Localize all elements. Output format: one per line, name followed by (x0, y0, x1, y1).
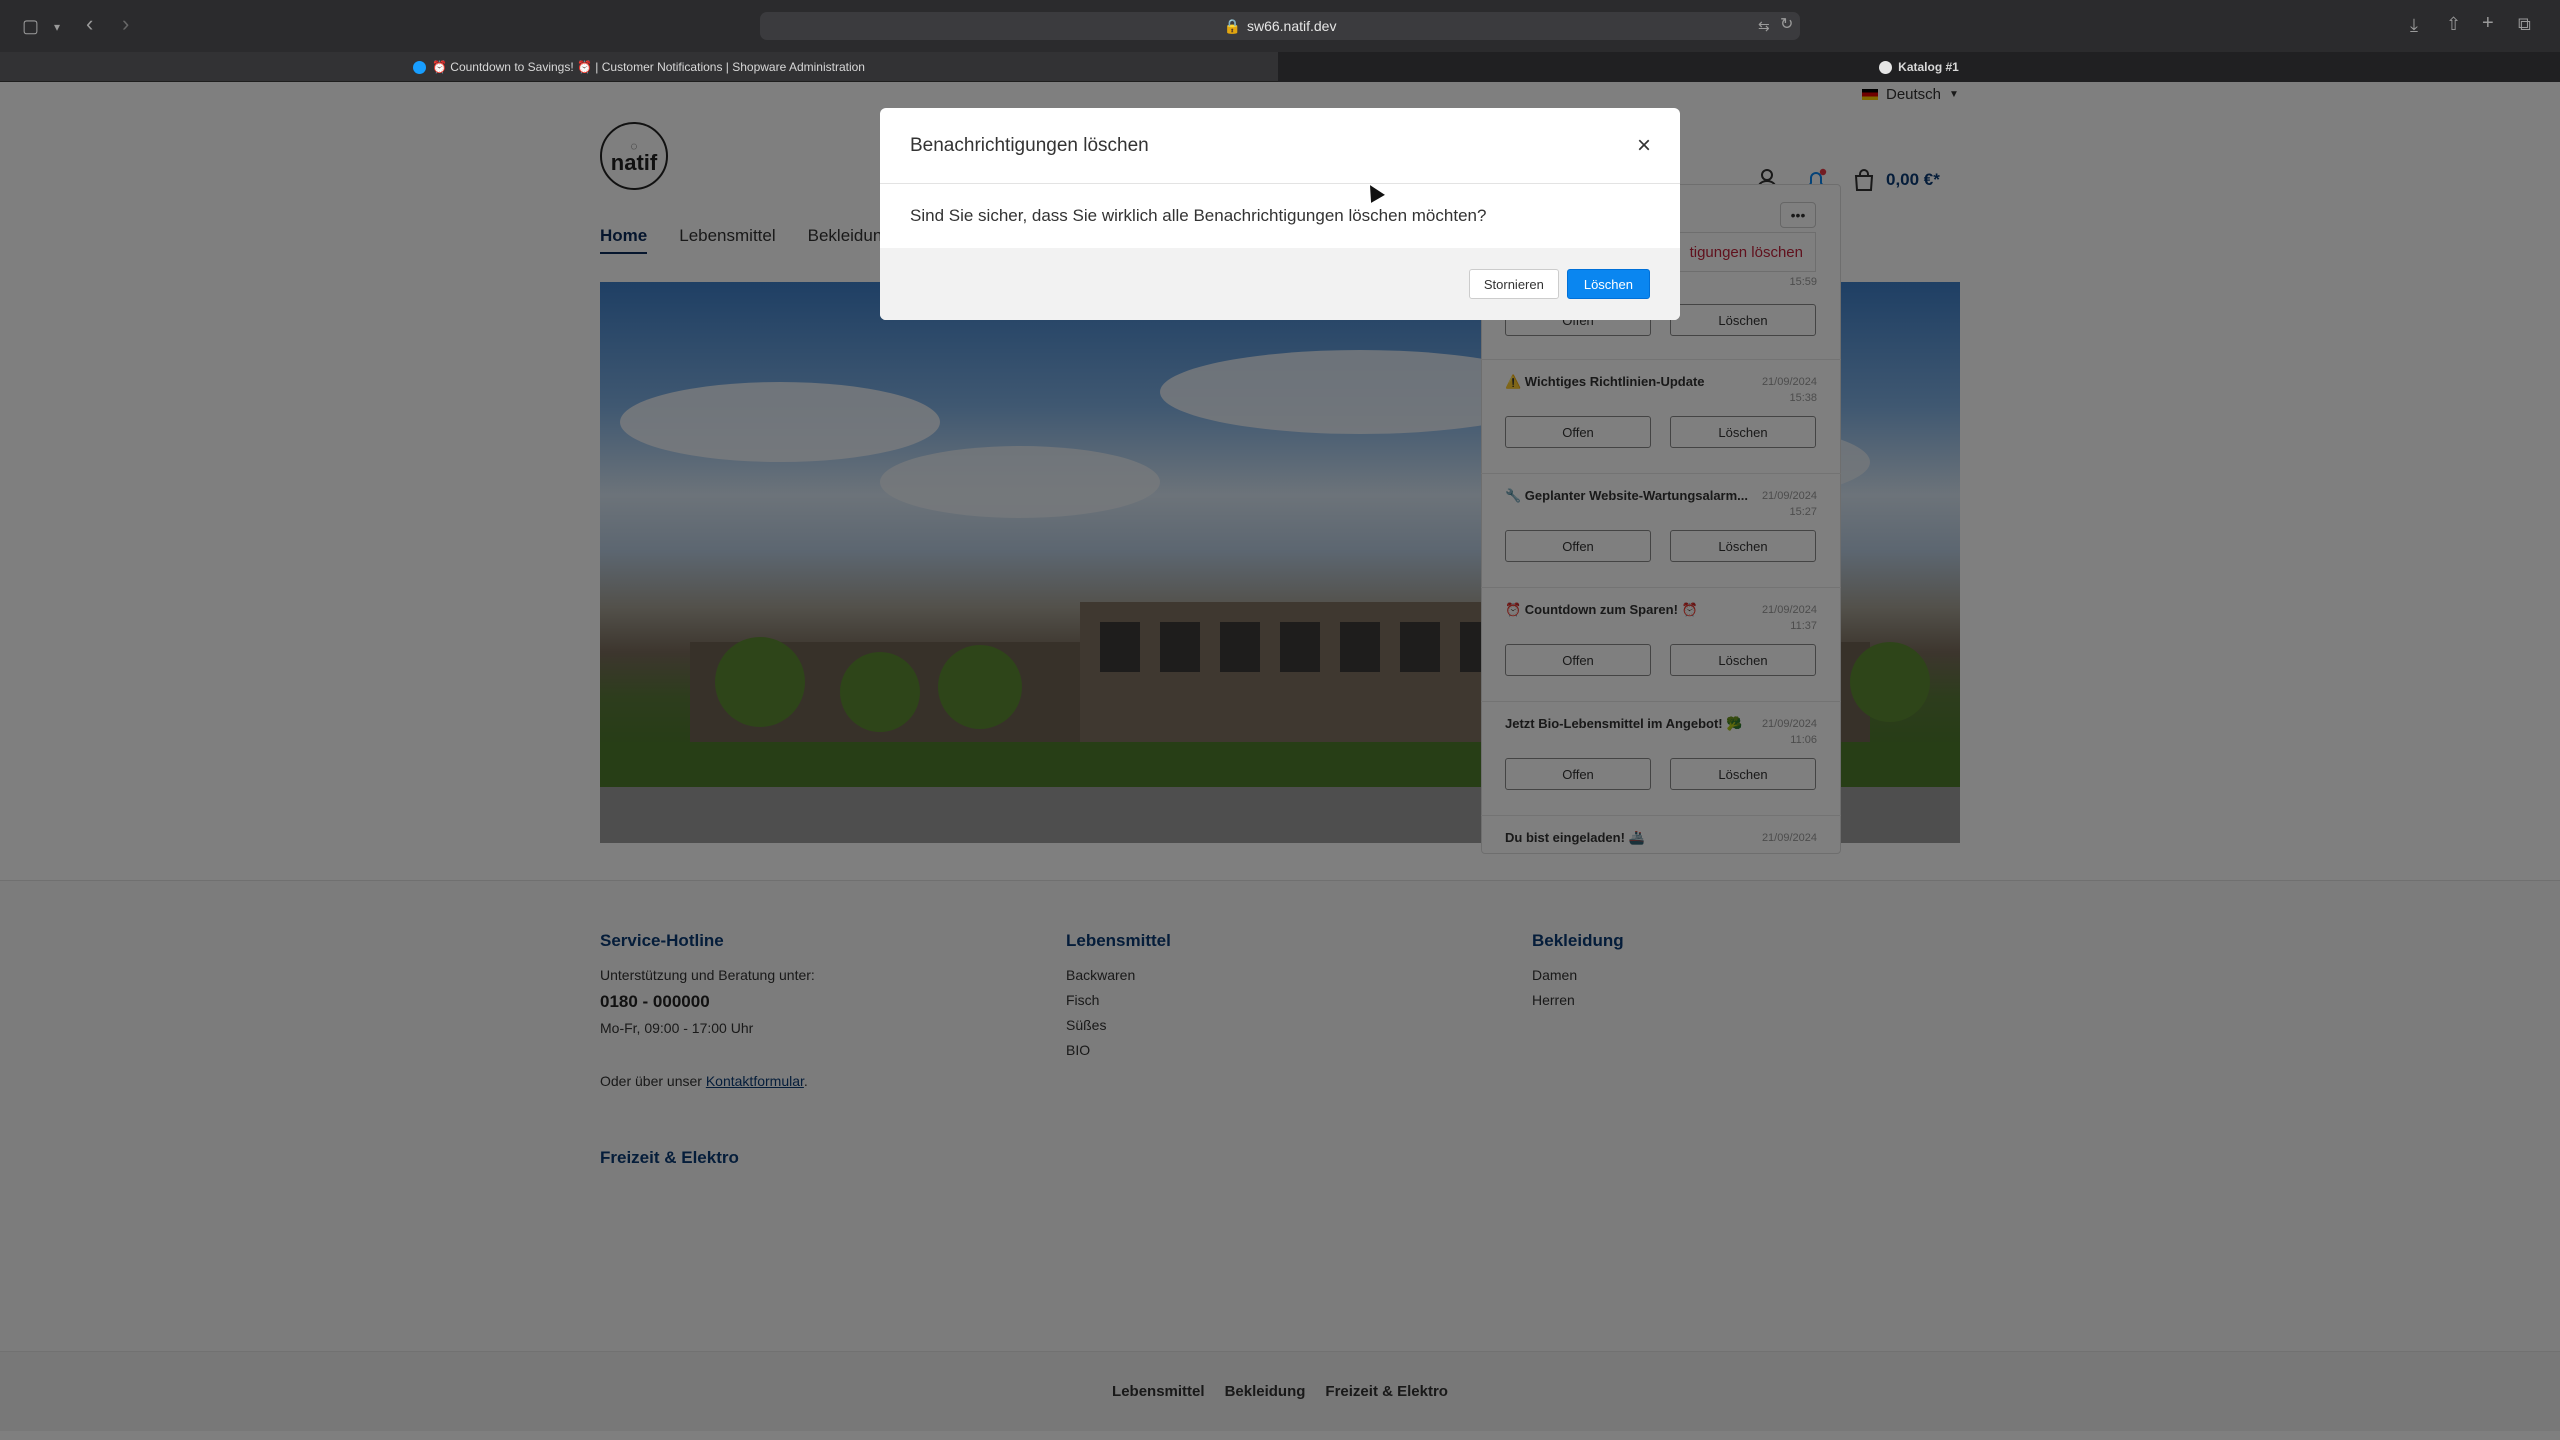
lock-icon: 🔒 (1223, 17, 1241, 34)
cancel-button[interactable]: Stornieren (1468, 269, 1559, 299)
modal-title: Benachrichtigungen löschen (910, 134, 1149, 156)
sidebar-toggle-icon[interactable]: ▢ (22, 17, 39, 35)
modal-header: Benachrichtigungen löschen × (880, 108, 1680, 184)
tab-shopware-admin[interactable]: ⏰ Countdown to Savings! ⏰ | Customer Not… (0, 52, 1278, 82)
back-icon[interactable]: ‹ (86, 13, 93, 35)
url-text: sw66.natif.dev (1246, 18, 1337, 34)
download-icon[interactable]: ⤓ (2410, 16, 2418, 34)
tab-label: ⏰ Countdown to Savings! ⏰ | Customer Not… (432, 60, 865, 74)
shopware-favicon-icon (413, 60, 426, 74)
reload-icon[interactable]: ↻ (1780, 16, 1793, 34)
translate-icon[interactable]: ⇆ (1758, 17, 1770, 35)
close-icon[interactable]: × (1630, 132, 1658, 160)
tab-katalog[interactable]: Katalog #1 (1278, 52, 2560, 82)
modal-footer: Stornieren Löschen (880, 248, 1680, 320)
modal-body-text: Sind Sie sicher, dass Sie wirklich alle … (910, 206, 1487, 225)
forward-icon[interactable]: › (122, 13, 129, 35)
browser-toolbar: ▢ ▾ ‹ › 🔒 sw66.natif.dev ⇆ ↻ ⤓ ⇧ + ⧉ (0, 0, 2560, 52)
new-tab-icon[interactable]: + (2482, 13, 2494, 33)
share-icon[interactable]: ⇧ (2446, 15, 2461, 33)
tab-label: Katalog #1 (1898, 60, 1959, 74)
tab-overview-icon[interactable]: ⧉ (2518, 15, 2531, 33)
chevron-down-icon[interactable]: ▾ (54, 18, 60, 36)
address-bar[interactable]: 🔒 sw66.natif.dev (760, 12, 1800, 40)
tab-bar: ⏰ Countdown to Savings! ⏰ | Customer Not… (0, 52, 2560, 82)
natif-favicon-icon (1879, 60, 1893, 74)
confirm-delete-button[interactable]: Löschen (1566, 269, 1650, 299)
confirm-delete-modal: Benachrichtigungen löschen × Sind Sie si… (880, 108, 1680, 320)
